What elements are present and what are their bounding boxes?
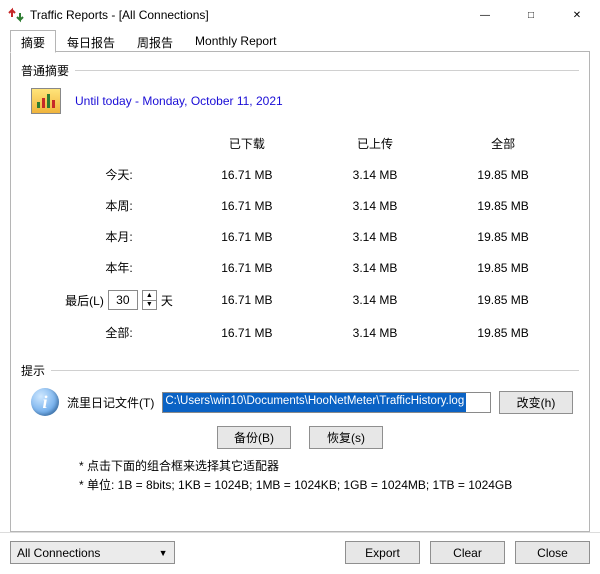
summary-group-title: 普通摘要 (21, 62, 579, 76)
file-label: 流里日记文件(T) (67, 394, 154, 411)
date-line: Until today - Monday, October 11, 2021 (31, 88, 571, 114)
spin-down-icon[interactable]: ▼ (143, 301, 156, 310)
tabs: 摘要 每日报告 周报告 Monthly Report (0, 30, 600, 52)
cell-value: 3.14 MB (315, 159, 435, 190)
table-row: 本月: 16.71 MB 3.14 MB 19.85 MB (59, 221, 571, 252)
hints-group-title: 提示 (21, 362, 579, 376)
clear-button[interactable]: Clear (430, 541, 505, 564)
row-label-last: 最后(L) ▲ ▼ 天 (59, 283, 179, 317)
note-line: * 点击下面的组合框来选择其它适配器 (79, 457, 573, 476)
cell-value: 19.85 MB (435, 221, 571, 252)
tab-monthly[interactable]: Monthly Report (184, 30, 287, 52)
cell-value: 3.14 MB (315, 317, 435, 348)
cell-value: 19.85 MB (435, 190, 571, 221)
table-header-row: 已下载 已上传 全部 (59, 128, 571, 159)
adapter-selected: All Connections (17, 546, 100, 560)
adapter-dropdown[interactable]: All Connections ▼ (10, 541, 175, 564)
col-downloaded: 已下载 (179, 128, 315, 159)
close-button[interactable]: Close (515, 541, 590, 564)
table-row: 本年: 16.71 MB 3.14 MB 19.85 MB (59, 252, 571, 283)
minimize-button[interactable]: — (462, 0, 508, 30)
chart-icon (31, 88, 61, 114)
info-icon: i (31, 388, 59, 416)
summary-group-label: 普通摘要 (21, 64, 75, 78)
row-label-year: 本年: (59, 252, 179, 283)
window-title: Traffic Reports - [All Connections] (30, 8, 462, 22)
spin-up-icon[interactable]: ▲ (143, 291, 156, 301)
footer: All Connections ▼ Export Clear Close (0, 532, 600, 574)
table-row: 全部: 16.71 MB 3.14 MB 19.85 MB (59, 317, 571, 348)
cell-value: 3.14 MB (315, 221, 435, 252)
cell-value: 19.85 MB (435, 252, 571, 283)
last-days-stepper: 最后(L) ▲ ▼ 天 (65, 290, 173, 310)
file-row: i 流里日记文件(T) C:\Users\win10\Documents\Hoo… (31, 388, 573, 416)
cell-value: 16.71 MB (179, 283, 315, 317)
notes: * 点击下面的组合框来选择其它适配器 * 单位: 1B = 8bits; 1KB… (79, 457, 573, 494)
backup-restore-row: 备份(B) 恢复(s) (27, 426, 573, 449)
row-label-all: 全部: (59, 317, 179, 348)
cell-value: 3.14 MB (315, 283, 435, 317)
restore-button[interactable]: 恢复(s) (309, 426, 383, 449)
table-row: 最后(L) ▲ ▼ 天 16.71 MB 3.14 MB 19.85 MB (59, 283, 571, 317)
last-days-input[interactable] (108, 290, 138, 310)
hints-group-label: 提示 (21, 364, 51, 378)
last-suffix: 天 (161, 292, 173, 309)
table-row: 今天: 16.71 MB 3.14 MB 19.85 MB (59, 159, 571, 190)
history-file-input[interactable]: C:\Users\win10\Documents\HooNetMeter\Tra… (162, 392, 491, 413)
chevron-down-icon: ▼ (159, 548, 168, 558)
last-prefix: 最后(L) (65, 292, 104, 309)
close-window-button[interactable]: ✕ (554, 0, 600, 30)
col-uploaded: 已上传 (315, 128, 435, 159)
app-icon (8, 7, 24, 23)
spinner[interactable]: ▲ ▼ (142, 290, 157, 310)
row-label-today: 今天: (59, 159, 179, 190)
cell-value: 16.71 MB (179, 159, 315, 190)
backup-button[interactable]: 备份(B) (217, 426, 291, 449)
cell-value: 16.71 MB (179, 221, 315, 252)
hints-body: i 流里日记文件(T) C:\Users\win10\Documents\Hoo… (21, 380, 579, 494)
row-label-month: 本月: (59, 221, 179, 252)
note-line: * 单位: 1B = 8bits; 1KB = 1024B; 1MB = 102… (79, 476, 573, 495)
main-panel: 普通摘要 Until today - Monday, October 11, 2… (10, 52, 590, 532)
change-button[interactable]: 改变(h) (499, 391, 573, 414)
cell-value: 16.71 MB (179, 252, 315, 283)
summary-body: Until today - Monday, October 11, 2021 已… (21, 80, 579, 352)
col-total: 全部 (435, 128, 571, 159)
tab-daily[interactable]: 每日报告 (56, 30, 126, 52)
tab-summary[interactable]: 摘要 (10, 30, 56, 53)
cell-value: 19.85 MB (435, 317, 571, 348)
table-row: 本周: 16.71 MB 3.14 MB 19.85 MB (59, 190, 571, 221)
cell-value: 3.14 MB (315, 190, 435, 221)
cell-value: 16.71 MB (179, 190, 315, 221)
export-button[interactable]: Export (345, 541, 420, 564)
maximize-button[interactable]: □ (508, 0, 554, 30)
cell-value: 19.85 MB (435, 283, 571, 317)
history-file-path: C:\Users\win10\Documents\HooNetMeter\Tra… (163, 393, 466, 412)
cell-value: 19.85 MB (435, 159, 571, 190)
cell-value: 16.71 MB (179, 317, 315, 348)
tab-weekly[interactable]: 周报告 (126, 30, 184, 52)
cell-value: 3.14 MB (315, 252, 435, 283)
date-text: Until today - Monday, October 11, 2021 (75, 94, 283, 108)
stats-table: 已下载 已上传 全部 今天: 16.71 MB 3.14 MB 19.85 MB… (59, 128, 571, 348)
titlebar: Traffic Reports - [All Connections] — □ … (0, 0, 600, 30)
row-label-week: 本周: (59, 190, 179, 221)
